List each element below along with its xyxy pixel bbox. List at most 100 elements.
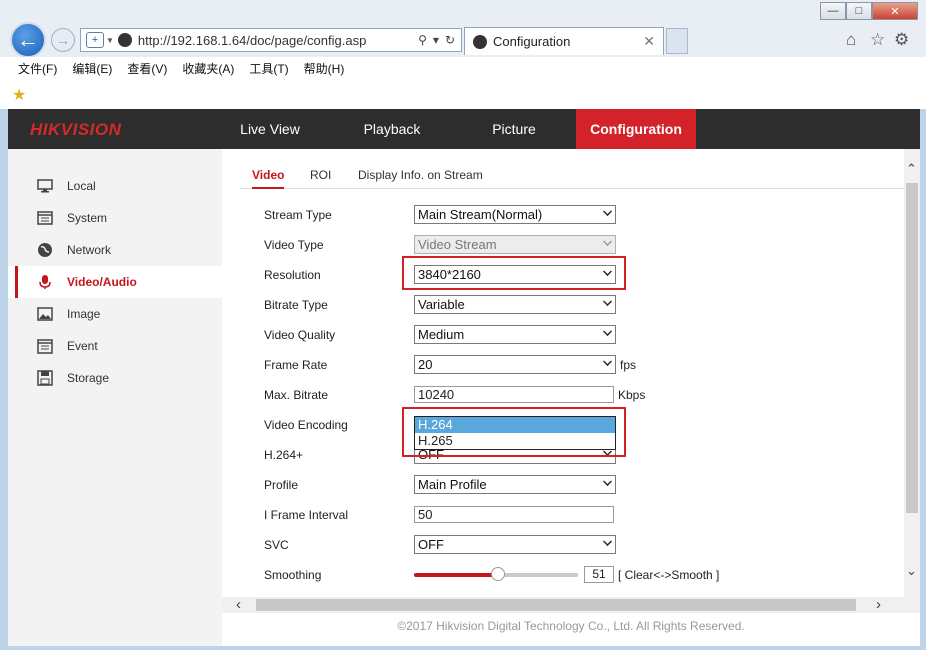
sidebar-item-label: Network	[67, 243, 112, 257]
svc-select[interactable]: OFF	[414, 535, 616, 554]
home-icon[interactable]: ⌂	[846, 30, 856, 50]
scroll-up-icon[interactable]: ⌃	[906, 161, 917, 177]
bitrate-type-select[interactable]: Variable	[414, 295, 616, 314]
storage-icon	[36, 370, 54, 386]
resolution-highlight-box	[402, 256, 626, 290]
browser-tab[interactable]: Configuration ✕	[464, 27, 664, 55]
sidebar-item-system[interactable]: System	[8, 202, 222, 234]
chevron-down-icon[interactable]: ▼	[106, 36, 114, 45]
chevron-down-icon	[603, 477, 612, 486]
refresh-icon[interactable]: ↻	[445, 33, 455, 47]
stream-type-label: Stream Type	[264, 208, 332, 222]
sidebar-item-label: Image	[67, 307, 101, 321]
scroll-left-icon[interactable]: ‹	[236, 596, 241, 613]
sidebar-item-image[interactable]: Image	[8, 298, 222, 330]
dropdown-icon[interactable]: ▾	[433, 33, 439, 47]
back-arrow-icon[interactable]: ←	[10, 22, 46, 58]
svc-value: OFF	[418, 537, 444, 552]
profile-select[interactable]: Main Profile	[414, 475, 616, 494]
smoothing-hint: [ Clear<->Smooth ]	[618, 568, 720, 582]
sidebar-item-storage[interactable]: Storage	[8, 362, 222, 394]
footer-copyright: ©2017 Hikvision Digital Technology Co., …	[222, 613, 920, 646]
smoothing-value-input[interactable]: 51	[584, 566, 614, 583]
add-favorite-icon[interactable]: ★	[12, 85, 26, 105]
microphone-icon	[36, 274, 54, 290]
smoothing-slider[interactable]	[414, 567, 578, 581]
profile-label: Profile	[264, 478, 299, 492]
scroll-down-icon[interactable]: ⌄	[906, 563, 917, 579]
url-text[interactable]: http://192.168.1.64/doc/page/config.asp	[138, 33, 418, 48]
tab-roi[interactable]: ROI	[310, 163, 331, 189]
encoding-highlight-box	[402, 407, 626, 457]
scroll-corner	[904, 597, 920, 613]
horizontal-scroll-thumb[interactable]	[256, 599, 856, 611]
menu-view[interactable]: 查看(V)	[127, 60, 167, 77]
horizontal-scrollbar[interactable]: ‹ ›	[222, 596, 904, 613]
favorites-bar: ★	[0, 79, 926, 109]
frame-rate-select[interactable]: 20	[414, 355, 616, 374]
subtab-bar: Video ROI Display Info. on Stream	[240, 163, 904, 189]
menu-favorites[interactable]: 收藏夹(A)	[182, 60, 234, 77]
smoothing-slider-handle[interactable]	[491, 567, 505, 581]
sidebar-item-video-audio[interactable]: Video/Audio	[8, 266, 222, 298]
address-bar[interactable]: + ▼ http://192.168.1.64/doc/page/config.…	[80, 28, 462, 52]
nav-picture[interactable]: Picture	[464, 109, 564, 149]
menu-tools[interactable]: 工具(T)	[249, 60, 288, 77]
i-frame-interval-label: I Frame Interval	[264, 508, 349, 522]
menu-help[interactable]: 帮助(H)	[304, 60, 345, 77]
video-type-select: Video Stream	[414, 235, 616, 254]
i-frame-interval-input[interactable]: 50	[414, 506, 614, 523]
sidebar-item-local[interactable]: Local	[8, 170, 222, 202]
video-quality-select[interactable]: Medium	[414, 325, 616, 344]
svc-label: SVC	[264, 538, 289, 552]
close-window-button[interactable]: ✕	[872, 2, 918, 20]
h264plus-label: H.264+	[264, 448, 304, 462]
chevron-down-icon	[603, 297, 612, 306]
video-quality-value: Medium	[418, 327, 465, 342]
vertical-scrollbar[interactable]: ⌃ ⌄	[904, 149, 920, 597]
forward-arrow-icon[interactable]: →	[51, 28, 75, 52]
tab-close-icon[interactable]: ✕	[643, 33, 655, 50]
menu-bar: 文件(F) 编辑(E) 查看(V) 收藏夹(A) 工具(T) 帮助(H)	[0, 57, 926, 79]
smoothing-label: Smoothing	[264, 568, 322, 582]
new-tab-button[interactable]	[666, 28, 688, 54]
nav-live-view[interactable]: Live View	[220, 109, 320, 149]
search-icon[interactable]: ⚲	[418, 33, 427, 47]
sidebar-item-network[interactable]: Network	[8, 234, 222, 266]
app-header: HIKVISION Live View Playback Picture Con…	[8, 109, 920, 149]
menu-file[interactable]: 文件(F)	[18, 60, 57, 77]
sidebar-item-event[interactable]: Event	[8, 330, 222, 362]
tab-display-info[interactable]: Display Info. on Stream	[358, 163, 483, 189]
chevron-down-icon	[603, 207, 612, 216]
scroll-right-icon[interactable]: ›	[876, 596, 881, 613]
stream-type-select[interactable]: Main Stream(Normal)	[414, 205, 616, 224]
frame-rate-label: Frame Rate	[264, 358, 328, 372]
chevron-down-icon	[603, 237, 612, 246]
menu-edit[interactable]: 编辑(E)	[72, 60, 112, 77]
maximize-button[interactable]: □	[846, 2, 872, 20]
nav-playback[interactable]: Playback	[342, 109, 442, 149]
monitor-icon	[36, 178, 54, 194]
vertical-scroll-thumb[interactable]	[906, 183, 918, 513]
shield-icon[interactable]: +	[86, 32, 104, 48]
video-quality-label: Video Quality	[264, 328, 336, 342]
frame-rate-unit: fps	[620, 358, 637, 372]
nav-configuration[interactable]: Configuration	[576, 109, 696, 149]
tab-site-icon	[473, 34, 487, 49]
image-icon	[36, 306, 54, 322]
gear-icon[interactable]: ⚙	[894, 30, 909, 50]
sidebar-item-label: Local	[67, 179, 96, 193]
tab-video[interactable]: Video	[252, 163, 285, 189]
stream-type-value: Main Stream(Normal)	[418, 207, 543, 222]
browser-chrome: — □ ✕ ← → + ▼ http://192.168.1.64/doc/pa…	[0, 0, 926, 109]
bitrate-type-value: Variable	[418, 297, 465, 312]
sidebar-item-label: System	[67, 211, 108, 225]
sidebar-item-label: Storage	[67, 371, 110, 385]
minimize-button[interactable]: —	[820, 2, 846, 20]
favorites-star-icon[interactable]: ☆	[870, 30, 885, 50]
max-bitrate-unit: Kbps	[618, 388, 646, 402]
max-bitrate-input[interactable]: 10240	[414, 386, 614, 403]
chevron-down-icon	[603, 327, 612, 336]
sidebar-item-label: Video/Audio	[67, 275, 137, 289]
site-icon	[117, 33, 132, 47]
